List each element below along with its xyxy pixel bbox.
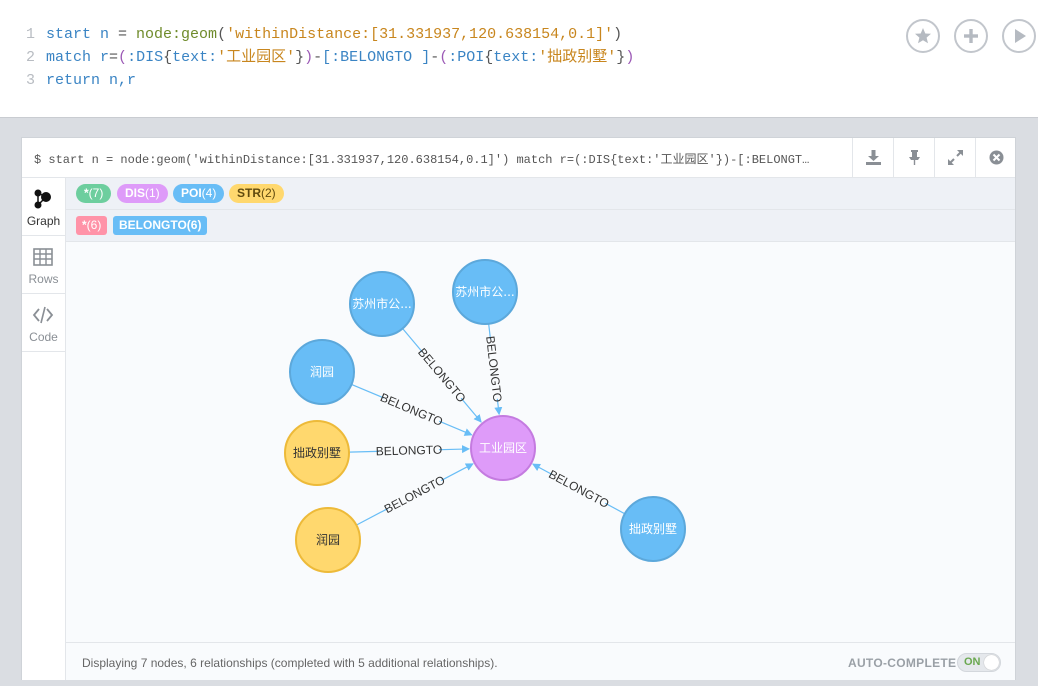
tab-rows[interactable]: Rows: [22, 236, 65, 294]
edge-label: BELONGTO: [483, 335, 505, 403]
keyword: match: [46, 49, 92, 66]
download-icon: [866, 150, 881, 165]
label-pill-all[interactable]: *(7): [76, 184, 112, 203]
star-icon: [915, 28, 931, 44]
return-values: n,r: [100, 72, 137, 89]
brace: {: [484, 49, 494, 66]
label: :POI: [448, 49, 485, 66]
result-frame: $ start n = node:geom('withinDistance:[3…: [21, 137, 1016, 680]
graph-icon: [34, 189, 51, 209]
tab-label: Code: [29, 330, 58, 344]
frame-header: $ start n = node:geom('withinDistance:[3…: [22, 138, 1015, 178]
brace: }: [295, 49, 305, 66]
graph-node[interactable]: 润园: [295, 507, 361, 573]
string-literal: '拙政别墅': [538, 49, 617, 66]
graph-node[interactable]: 苏州市公...: [349, 271, 415, 337]
rel-pill-belongto[interactable]: BELONGTO(6): [113, 216, 208, 235]
dash: -: [313, 49, 323, 66]
result-summary: Displaying 7 nodes, 6 relationships (com…: [82, 656, 498, 670]
edge-label: BELONGTO: [376, 443, 443, 459]
property-key: text:: [172, 49, 218, 66]
line-number: 3: [26, 72, 36, 89]
query-editor[interactable]: 1 start n = node:geom('withinDistance:[31…: [0, 0, 1038, 118]
brace: {: [163, 49, 173, 66]
code-icon: [32, 306, 54, 324]
paren: ): [304, 49, 314, 66]
node-label: 工业园区: [479, 441, 527, 455]
paren: ): [613, 26, 623, 43]
brace: }: [616, 49, 626, 66]
tab-graph[interactable]: Graph: [22, 178, 65, 236]
tab-code[interactable]: Code: [22, 294, 65, 352]
node-label: 苏州市公...: [455, 284, 514, 299]
graph-node[interactable]: 润园: [289, 339, 355, 405]
node-label-legend: *(7) DIS(1) POI(4) STR(2): [66, 178, 1015, 210]
operator: =: [109, 49, 119, 66]
tab-label: Graph: [26, 214, 61, 228]
run-button[interactable]: [1002, 19, 1036, 53]
frame-query-text[interactable]: $ start n = node:geom('withinDistance:[3…: [34, 150, 814, 168]
pin-icon: [909, 150, 920, 165]
paren: (: [217, 26, 227, 43]
relationship-type-legend: *(6) BELONGTO(6): [66, 210, 1015, 242]
paren: (: [439, 49, 449, 66]
node-label: 拙政别墅: [293, 446, 341, 460]
label-pill-str[interactable]: STR(2): [229, 184, 284, 203]
label: :DIS: [127, 49, 164, 66]
autocomplete-toggle[interactable]: ON: [957, 653, 1001, 672]
edge-label: BELONGTO: [415, 345, 468, 405]
line-number: 1: [26, 26, 36, 43]
property-key: text:: [493, 49, 539, 66]
rel-pill-all[interactable]: *(6): [76, 216, 108, 235]
line-number: 2: [26, 49, 36, 66]
string-literal: 'withinDistance:[31.331937,120.638154,0.…: [226, 26, 614, 43]
label-pill-poi[interactable]: POI(4): [173, 184, 225, 203]
graph-svg[interactable]: BELONGTO BELONGTOBELONGTOBELONGTOBELONGTO…: [66, 242, 1015, 642]
favorite-button[interactable]: [906, 19, 940, 53]
code-line-2: 2 match r=(:DIS{text:'工业园区'})-[:BELONGTO …: [26, 47, 634, 69]
node-label: 润园: [316, 533, 340, 547]
plus-icon: [964, 29, 978, 43]
node-label: 拙政别墅: [629, 522, 677, 536]
string-literal: '工业园区': [217, 49, 296, 66]
expand-icon: [948, 150, 963, 165]
node-label: 润园: [310, 365, 334, 379]
code-line-3: 3 return n,r: [26, 70, 136, 92]
keyword: return: [46, 72, 101, 89]
autocomplete-label: AUTO-COMPLETE: [848, 656, 957, 670]
graph-node[interactable]: 苏州市公...: [452, 259, 518, 325]
operator: =: [109, 26, 137, 43]
code-line-1: 1 start n = node:geom('withinDistance:[31…: [26, 24, 622, 46]
node-label: 苏州市公...: [352, 296, 411, 311]
dash: -: [430, 49, 440, 66]
edge-label: BELONGTO: [382, 473, 447, 516]
frame-footer: Displaying 7 nodes, 6 relationships (com…: [66, 642, 1015, 680]
table-icon: [33, 248, 53, 266]
keyword: start: [46, 26, 92, 43]
variable: n: [91, 26, 110, 43]
pin-button[interactable]: [893, 138, 934, 177]
close-button[interactable]: [975, 138, 1016, 177]
edge-label: BELONGTO: [546, 467, 611, 511]
variable: r: [91, 49, 110, 66]
play-icon: [1015, 29, 1026, 43]
paren: ): [625, 49, 635, 66]
download-button[interactable]: [852, 138, 893, 177]
toggle-knob: [984, 655, 999, 670]
expand-button[interactable]: [934, 138, 975, 177]
graph-node[interactable]: 拙政别墅: [620, 496, 686, 562]
label-pill-dis[interactable]: DIS(1): [117, 184, 168, 203]
edge-label: BELONGTO: [378, 390, 445, 429]
close-icon: [989, 150, 1004, 165]
graph-node[interactable]: 拙政别墅: [284, 420, 350, 486]
relationship: [:BELONGTO ]: [322, 49, 431, 66]
tab-label: Rows: [28, 272, 59, 286]
view-tabs: Graph Rows Code: [22, 178, 66, 680]
graph-canvas[interactable]: BELONGTO BELONGTO BELONGTO BELONGTO BELONGTO…: [66, 242, 1015, 642]
paren: (: [118, 49, 128, 66]
graph-node-center[interactable]: 工业园区: [470, 415, 536, 481]
function: node:geom: [136, 26, 218, 43]
add-button[interactable]: [954, 19, 988, 53]
toggle-state: ON: [964, 656, 981, 668]
